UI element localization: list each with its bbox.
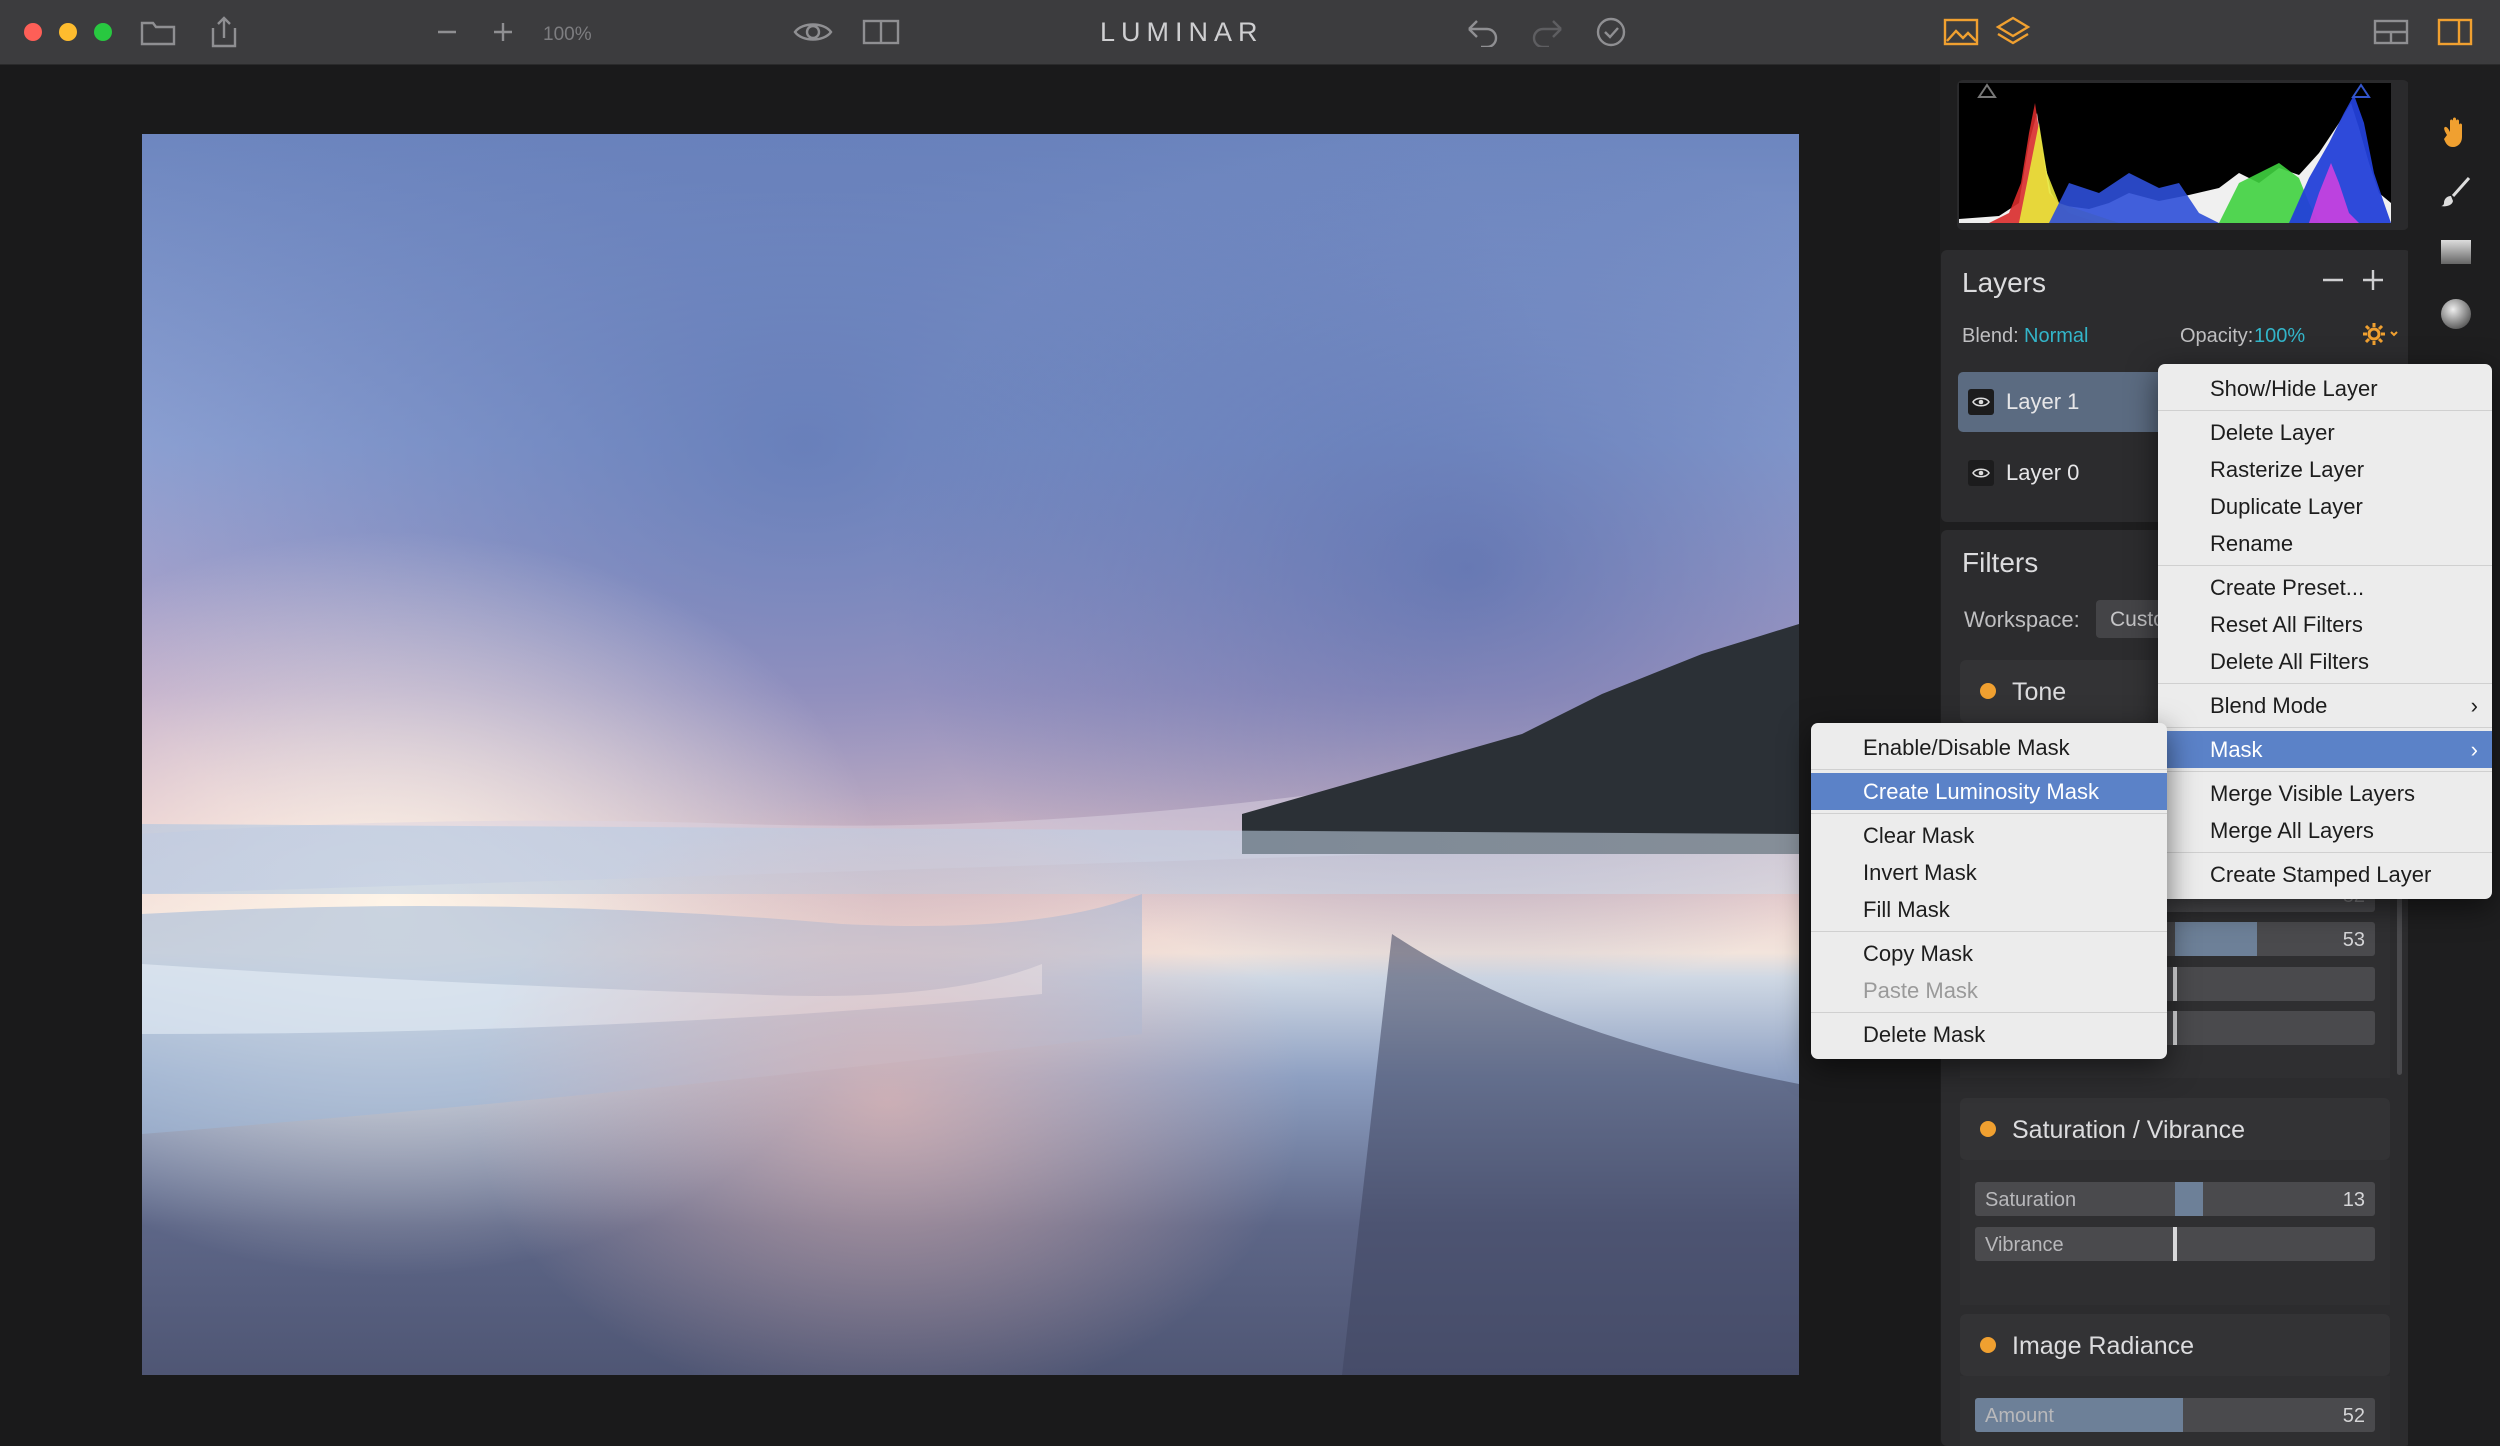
menu-item-delete-all-filters[interactable]: Delete All Filters	[2158, 643, 2492, 680]
eye-icon[interactable]	[793, 16, 833, 48]
layer-name: Layer 0	[2006, 460, 2080, 485]
share-icon[interactable]	[206, 16, 242, 48]
menu-item-copy-mask[interactable]: Copy Mask	[1811, 935, 2167, 972]
remove-layer-icon[interactable]	[2318, 264, 2348, 296]
blend-mode-select[interactable]: Normal	[2024, 325, 2088, 348]
menu-separator	[1811, 769, 2167, 770]
histogram	[1959, 83, 2391, 223]
saturation-slider[interactable]: Saturation 13	[1975, 1182, 2375, 1216]
layout-icon[interactable]	[2372, 16, 2410, 48]
close-window-button[interactable]	[24, 23, 42, 41]
zoom-level[interactable]: 100%	[543, 24, 592, 46]
sidebar-icon[interactable]	[2436, 16, 2474, 48]
add-layer-icon[interactable]	[2358, 264, 2388, 296]
menu-separator	[2158, 771, 2492, 772]
menu-separator	[1811, 931, 2167, 932]
menu-separator	[2158, 565, 2492, 566]
menu-item-blend-mode[interactable]: Blend Mode ›	[2158, 687, 2492, 724]
menu-item-create-preset[interactable]: Create Preset...	[2158, 569, 2492, 606]
history-icon[interactable]	[1594, 16, 1628, 48]
slider-knob[interactable]	[2173, 967, 2177, 1001]
layer-name: Layer 1	[2006, 389, 2080, 414]
filter-active-dot[interactable]	[1980, 1121, 1996, 1137]
filters-scrollbar[interactable]	[2397, 875, 2402, 1075]
blend-label: Blend:	[1962, 325, 2019, 347]
slider-fill	[2175, 922, 2257, 956]
filter-saturation-header[interactable]: Saturation / Vibrance	[1960, 1098, 2390, 1160]
menu-item-fill-mask[interactable]: Fill Mask	[1811, 891, 2167, 928]
filter-radiance-header[interactable]: Image Radiance	[1960, 1314, 2390, 1376]
filter-title: Image Radiance	[2012, 1332, 2195, 1360]
menu-item-mask[interactable]: Mask ›	[2158, 731, 2492, 768]
menu-item-delete-mask[interactable]: Delete Mask	[1811, 1016, 2167, 1053]
vibrance-slider[interactable]: Vibrance	[1975, 1227, 2375, 1261]
menu-item-create-stamped-layer[interactable]: Create Stamped Layer	[2158, 856, 2492, 893]
workspace-label: Workspace:	[1964, 607, 2080, 632]
folder-icon[interactable]	[138, 16, 178, 48]
opacity-label: Opacity:	[2180, 325, 2254, 347]
zoom-in-icon[interactable]	[488, 16, 518, 48]
filter-title: Tone	[2012, 678, 2067, 706]
gear-icon[interactable]	[2360, 318, 2402, 350]
layer-context-menu: Show/Hide Layer Delete Layer Rasterize L…	[2158, 364, 2492, 899]
chevron-right-icon: ›	[2470, 737, 2478, 762]
menu-separator	[2158, 852, 2492, 853]
slider-knob[interactable]	[2173, 1011, 2177, 1045]
menu-item-label: Blend Mode	[2210, 693, 2328, 718]
app-title: LUMINAR	[1100, 17, 1264, 47]
menu-item-label: Mask	[2210, 737, 2263, 762]
layers-title: Layers	[1962, 267, 2047, 298]
compare-icon[interactable]	[862, 16, 900, 48]
workspace-value: Custo	[2110, 608, 2165, 631]
slider-knob[interactable]	[2173, 1227, 2177, 1261]
menu-item-delete-layer[interactable]: Delete Layer	[2158, 414, 2492, 451]
brush-tool-icon[interactable]	[2438, 174, 2474, 210]
zoom-out-icon[interactable]	[432, 16, 462, 48]
layers-icon[interactable]	[1994, 16, 2032, 48]
filter-active-dot[interactable]	[1980, 683, 1996, 699]
filters-title: Filters	[1962, 547, 2039, 578]
menu-item-duplicate-layer[interactable]: Duplicate Layer	[2158, 488, 2492, 525]
menu-item-invert-mask[interactable]: Invert Mask	[1811, 854, 2167, 891]
opacity-value[interactable]: 100%	[2254, 325, 2305, 348]
menu-item-merge-all-layers[interactable]: Merge All Layers	[2158, 812, 2492, 849]
maximize-window-button[interactable]	[94, 23, 112, 41]
mask-submenu: Enable/Disable Mask Create Luminosity Ma…	[1811, 723, 2167, 1059]
menu-item-rasterize-layer[interactable]: Rasterize Layer	[2158, 451, 2492, 488]
menu-item-clear-mask[interactable]: Clear Mask	[1811, 817, 2167, 854]
radiance-amount-slider[interactable]: Amount 52	[1975, 1398, 2375, 1432]
layer-visibility-eye-icon[interactable]	[1968, 389, 1994, 415]
slider-fill	[2175, 1182, 2203, 1216]
menu-item-create-luminosity-mask[interactable]: Create Luminosity Mask	[1811, 773, 2167, 810]
filter-active-dot[interactable]	[1980, 1337, 1996, 1353]
photo-canvas[interactable]	[142, 134, 1799, 1375]
image-icon[interactable]	[1942, 16, 1980, 48]
undo-icon[interactable]	[1464, 16, 1500, 48]
chevron-right-icon: ›	[2470, 693, 2478, 718]
title-bar: 100% LUMINAR	[0, 0, 2500, 65]
menu-separator	[2158, 410, 2492, 411]
layer-visibility-eye-icon[interactable]	[1968, 460, 1994, 486]
hand-tool-icon[interactable]	[2438, 114, 2474, 150]
menu-item-show-hide-layer[interactable]: Show/Hide Layer	[2158, 370, 2492, 407]
gradient-tool-icon[interactable]	[2438, 234, 2474, 270]
menu-separator	[1811, 813, 2167, 814]
menu-separator	[1811, 1012, 2167, 1013]
menu-item-enable-disable-mask[interactable]: Enable/Disable Mask	[1811, 729, 2167, 766]
menu-item-merge-visible-layers[interactable]: Merge Visible Layers	[2158, 775, 2492, 812]
menu-separator	[2158, 727, 2492, 728]
minimize-window-button[interactable]	[59, 23, 77, 41]
menu-item-rename[interactable]: Rename	[2158, 525, 2492, 562]
redo-icon[interactable]	[1530, 16, 1566, 48]
filter-title: Saturation / Vibrance	[2012, 1116, 2246, 1144]
menu-item-paste-mask: Paste Mask	[1863, 978, 1978, 1003]
menu-separator	[2158, 683, 2492, 684]
menu-item-reset-all-filters[interactable]: Reset All Filters	[2158, 606, 2492, 643]
radial-tool-icon[interactable]	[2438, 296, 2474, 332]
